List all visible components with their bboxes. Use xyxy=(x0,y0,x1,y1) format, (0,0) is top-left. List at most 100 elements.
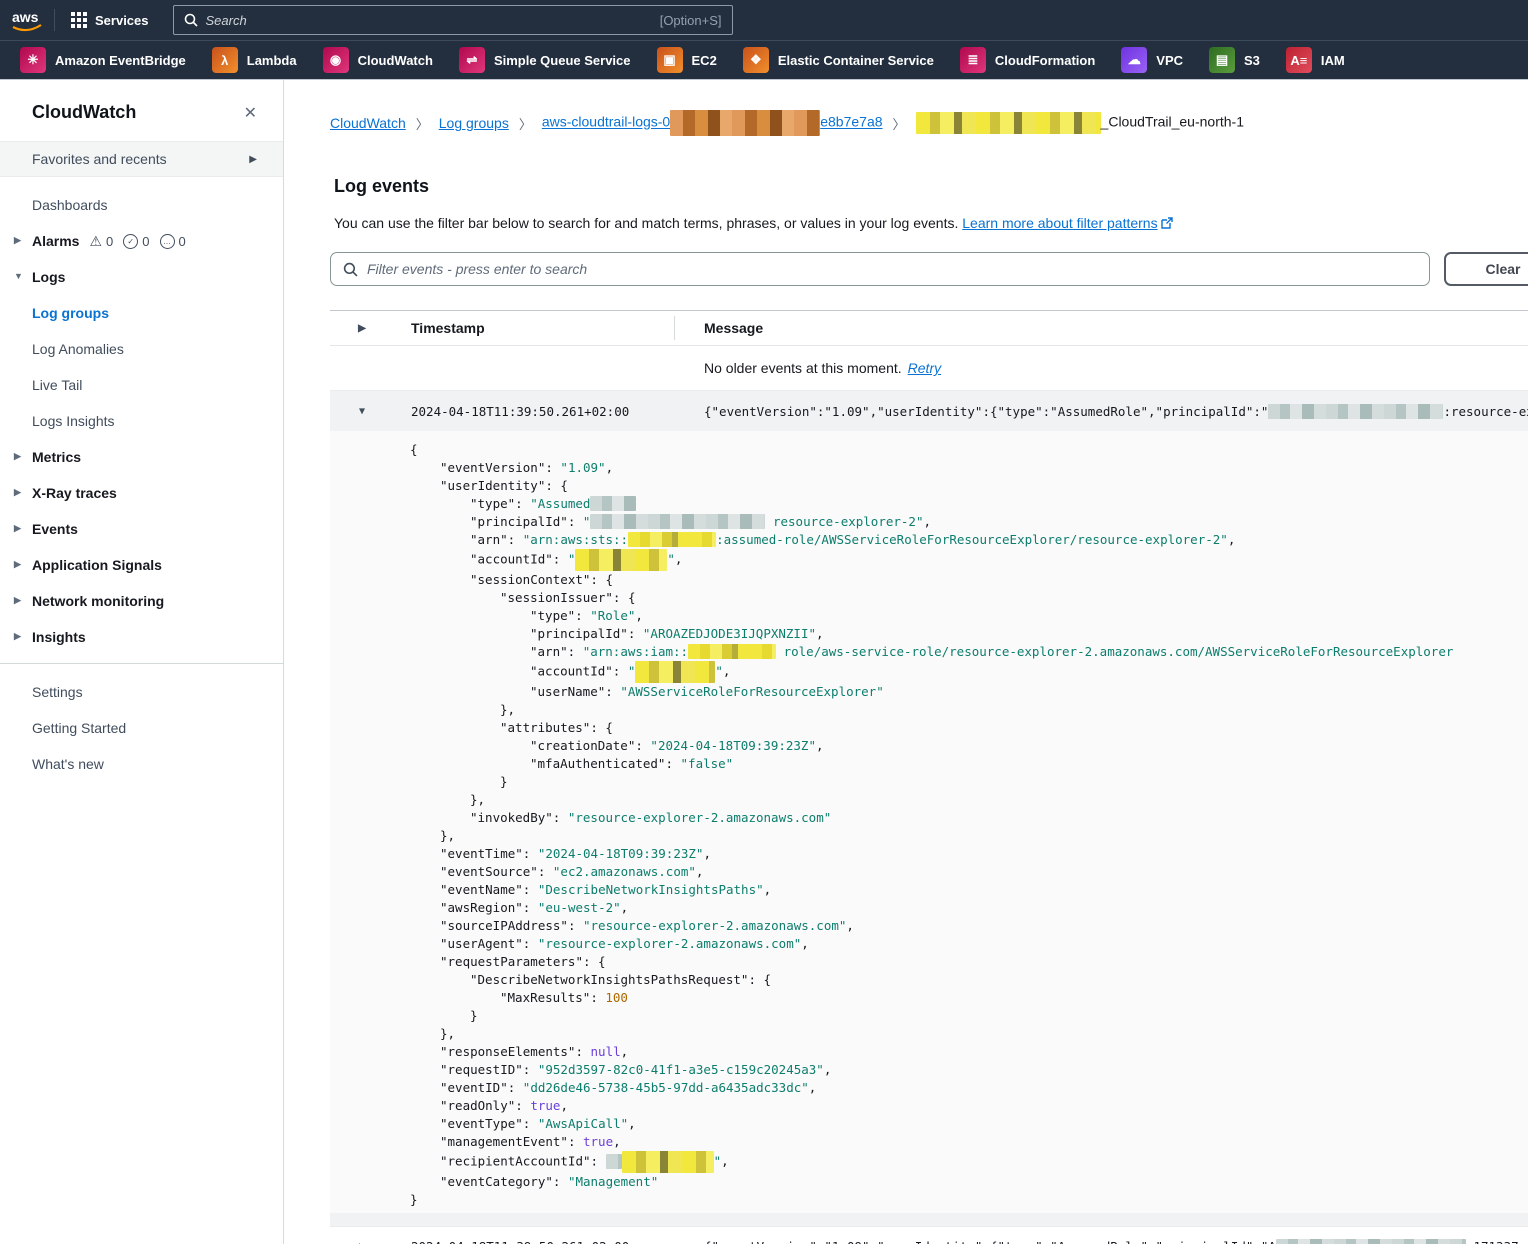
json-token: : { xyxy=(590,572,613,587)
chevron-right-icon[interactable]: ▶ xyxy=(14,451,21,462)
json-token: "recipientAccountId" xyxy=(440,1154,591,1169)
json-token: "accountId" xyxy=(470,552,553,567)
breadcrumb-log-group-name[interactable]: aws-cloudtrail-logs-0e8b7e7a8 xyxy=(542,110,883,136)
json-token: "2024-04-18T09:39:23Z" xyxy=(538,846,704,861)
json-token: , xyxy=(621,900,629,915)
favorite-service-lambda[interactable]: λLambda xyxy=(204,41,311,79)
chevron-right-icon[interactable]: ▶ xyxy=(14,631,21,642)
json-token: role/aws-service-role/resource-explorer-… xyxy=(776,644,1453,659)
sidebar-item-logs[interactable]: ▼Logs xyxy=(0,259,283,295)
ecs-icon: ❖ xyxy=(743,47,769,73)
json-token: null xyxy=(591,1044,621,1059)
json-token: : xyxy=(628,626,643,641)
timestamp-column-header[interactable]: Timestamp xyxy=(394,311,675,345)
favorite-service-elastic-container-service[interactable]: ❖Elastic Container Service xyxy=(735,41,948,79)
chevron-right-icon[interactable]: ▶ xyxy=(14,595,21,606)
sidebar-item-label: Alarms xyxy=(32,233,79,249)
json-token: } xyxy=(410,1192,418,1207)
sidebar-item-log-groups[interactable]: Log groups xyxy=(0,295,283,331)
json-token: , xyxy=(560,1098,568,1113)
no-older-events-notice: No older events at this moment. Retry xyxy=(330,346,1528,391)
favorite-service-cloudwatch[interactable]: ◉CloudWatch xyxy=(315,41,447,79)
json-token: " xyxy=(667,552,675,567)
chevron-right-icon[interactable]: ▶ xyxy=(14,235,21,246)
sidebar-item-live-tail[interactable]: Live Tail xyxy=(0,367,283,403)
sidebar-item-favorites-and-recents[interactable]: Favorites and recents ▶ xyxy=(0,141,283,177)
json-token: "principalId" xyxy=(530,626,628,641)
alarm-badge: …0 xyxy=(160,234,186,249)
sidebar-item-network-monitoring[interactable]: ▶Network monitoring xyxy=(0,583,283,619)
filter-events-input[interactable]: Filter events - press enter to search xyxy=(330,252,1430,286)
json-token: , xyxy=(846,918,854,933)
collapse-row-icon[interactable]: ▼ xyxy=(330,406,394,417)
favorites-recents-label: Favorites and recents xyxy=(32,151,167,167)
chevron-down-icon[interactable]: ▼ xyxy=(14,271,23,281)
json-token: "952d3597-82c0-41f1-a3e5-c159c20245a3" xyxy=(538,1062,824,1077)
top-navigation-bar: aws Services Search [Option+S] xyxy=(0,0,1528,40)
clear-button[interactable]: Clear xyxy=(1444,252,1528,286)
breadcrumb-log-groups[interactable]: Log groups xyxy=(439,115,509,131)
json-token: : { xyxy=(613,590,636,605)
sidebar-item-application-signals[interactable]: ▶Application Signals xyxy=(0,547,283,583)
sidebar-item-what-s-new[interactable]: What's new xyxy=(0,746,283,782)
lambda-icon: λ xyxy=(212,47,238,73)
json-token: : xyxy=(523,846,538,861)
favorite-service-label: EC2 xyxy=(692,53,717,68)
json-line: } xyxy=(410,1191,1528,1209)
sidebar-item-label: Metrics xyxy=(32,449,81,465)
sidebar-item-label: Logs Insights xyxy=(32,413,115,429)
sidebar-item-events[interactable]: ▶ Events xyxy=(0,511,283,547)
learn-more-link[interactable]: Learn more about filter patterns xyxy=(962,215,1172,231)
json-token: }, xyxy=(440,828,455,843)
sidebar-item-label: Events xyxy=(32,521,78,537)
sidebar-item-x-ray-traces[interactable]: ▶X-Ray traces xyxy=(0,475,283,511)
sidebar-item-settings[interactable]: Settings xyxy=(0,674,283,710)
favorite-service-vpc[interactable]: ☁VPC xyxy=(1113,41,1197,79)
sidebar-item-getting-started[interactable]: Getting Started xyxy=(0,710,283,746)
json-token: "accountId" xyxy=(530,664,613,679)
json-token: "arn" xyxy=(470,532,508,547)
chevron-right-icon[interactable]: ▶ xyxy=(14,523,21,534)
json-line: "type": "Assumed xyxy=(410,495,1528,513)
favorite-service-amazon-eventbridge[interactable]: ✳Amazon EventBridge xyxy=(12,41,200,79)
log-event-row-expanded[interactable]: ▼ 2024-04-18T11:39:50.261+02:00 {"eventV… xyxy=(330,391,1528,431)
expanded-event-json: {"eventVersion": "1.09","userIdentity": … xyxy=(330,431,1528,1213)
main-content: CloudWatch 〉 Log groups 〉 aws-cloudtrail… xyxy=(284,80,1528,1244)
expand-all-icon[interactable]: ▶ xyxy=(330,323,394,334)
favorite-service-ec2[interactable]: ▣EC2 xyxy=(649,41,731,79)
panel-description: You can use the filter bar below to sear… xyxy=(330,197,1528,232)
sidebar-close-icon[interactable]: ✕ xyxy=(244,103,257,123)
global-search-input[interactable]: Search [Option+S] xyxy=(173,5,733,35)
search-shortcut-hint: [Option+S] xyxy=(660,13,722,28)
json-token: "eventCategory" xyxy=(440,1174,553,1189)
aws-logo[interactable]: aws xyxy=(0,0,54,40)
json-token: , xyxy=(816,738,824,753)
sidebar-item-metrics[interactable]: ▶ Metrics xyxy=(0,439,283,475)
json-token: : xyxy=(591,1154,606,1169)
json-token: "sourceIPAddress" xyxy=(440,918,568,933)
favorite-service-simple-queue-service[interactable]: ⇌Simple Queue Service xyxy=(451,41,645,79)
redacted-value xyxy=(688,644,776,659)
json-token: "eventName" xyxy=(440,882,523,897)
breadcrumb-cloudwatch[interactable]: CloudWatch xyxy=(330,115,406,131)
table-header-row: ▶ Timestamp Message xyxy=(330,311,1528,346)
sidebar-item-log-anomalies[interactable]: Log Anomalies xyxy=(0,331,283,367)
json-token: "Assumed xyxy=(530,496,590,511)
chevron-right-icon[interactable]: ▶ xyxy=(14,487,21,498)
services-menu-button[interactable]: Services xyxy=(55,0,165,40)
message-column-header[interactable]: Message xyxy=(675,320,1528,336)
json-line: "accountId": "", xyxy=(410,549,1528,571)
chevron-right-icon[interactable]: ▶ xyxy=(14,559,21,570)
log-event-row-collapsed[interactable]: ▶ 2024-04-18T11:39:50.261+02:00 {"eventV… xyxy=(330,1226,1528,1244)
retry-link[interactable]: Retry xyxy=(908,360,941,376)
favorite-service-s3[interactable]: ▤S3 xyxy=(1201,41,1274,79)
sidebar-item-dashboards[interactable]: Dashboards xyxy=(0,187,283,223)
json-line: "userName": "AWSServiceRoleForResourceEx… xyxy=(410,683,1528,701)
favorite-service-cloudformation[interactable]: ≣CloudFormation xyxy=(952,41,1109,79)
sidebar-item-alarms[interactable]: ▶Alarms⚠0✓0…0 xyxy=(0,223,283,259)
sidebar-item-insights[interactable]: ▶Insights xyxy=(0,619,283,655)
sidebar-item-logs-insights[interactable]: Logs Insights xyxy=(0,403,283,439)
json-token: : xyxy=(523,1062,538,1077)
iam-icon: A≡ xyxy=(1286,47,1312,73)
favorite-service-iam[interactable]: A≡IAM xyxy=(1278,41,1359,79)
